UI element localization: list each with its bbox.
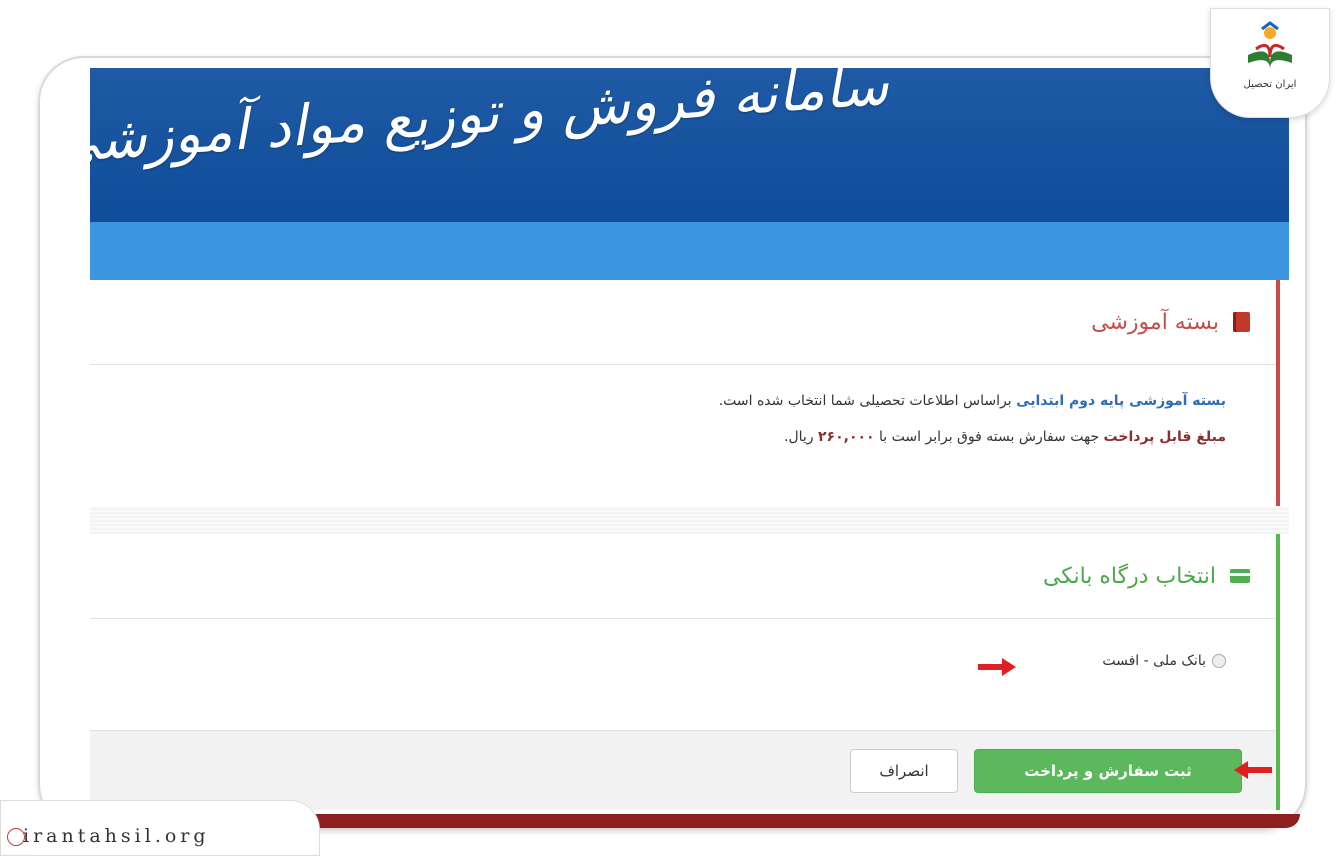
bank-option-radio[interactable] xyxy=(1212,654,1226,668)
package-panel-title: بسته آموزشی xyxy=(1091,309,1219,335)
site-url: irantahsil.org xyxy=(23,825,210,847)
package-panel: بسته آموزشی بسته آموزشی پایه دوم ابتدایی… xyxy=(90,280,1280,506)
payment-amount-line: مبلغ قابل پرداخت جهت سفارش بسته فوق براب… xyxy=(90,429,1226,445)
package-info-line: بسته آموزشی پایه دوم ابتدایی براساس اطلا… xyxy=(90,393,1226,409)
gateway-panel-title: انتخاب درگاه بانکی xyxy=(1042,563,1216,589)
red-arrow-icon xyxy=(978,658,1016,676)
site-logo: ایران تحصیل xyxy=(1210,8,1330,118)
credit-card-icon xyxy=(1230,569,1250,583)
payment-amount-unit: ریال. xyxy=(784,429,818,445)
site-watermark: irantahsil.org xyxy=(0,800,320,856)
frame-bottom-bar xyxy=(300,814,1300,828)
panel-separator xyxy=(90,506,1289,534)
red-arrow-icon xyxy=(1234,761,1272,779)
gateway-panel: انتخاب درگاه بانکی بانک ملی - افست ثبت س… xyxy=(90,534,1280,810)
header-banner: سامانه فروش و توزیع مواد آموزشی xyxy=(90,68,1289,222)
submit-order-button[interactable]: ثبت سفارش و پرداخت xyxy=(974,749,1242,793)
gateway-panel-header: انتخاب درگاه بانکی xyxy=(90,534,1276,619)
logo-text: ایران تحصیل xyxy=(1243,79,1297,90)
book-logo-icon xyxy=(1248,21,1292,69)
package-name: بسته آموزشی پایه دوم ابتدایی xyxy=(1016,393,1226,409)
package-panel-body: بسته آموزشی پایه دوم ابتدایی براساس اطلا… xyxy=(90,365,1276,445)
header-strip xyxy=(90,222,1289,280)
banner-title: سامانه فروش و توزیع مواد آموزشی xyxy=(90,68,891,177)
cancel-button[interactable]: انصراف xyxy=(850,749,958,793)
page-screenshot: سامانه فروش و توزیع مواد آموزشی بسته آمو… xyxy=(90,68,1289,810)
package-info-text: براساس اطلاعات تحصیلی شما انتخاب شده است… xyxy=(718,393,1017,409)
package-panel-header: بسته آموزشی xyxy=(90,280,1276,365)
bank-option-label[interactable]: بانک ملی - افست xyxy=(1102,653,1206,669)
bank-option[interactable]: بانک ملی - افست xyxy=(90,619,1276,669)
book-icon xyxy=(1233,312,1250,332)
payment-amount-label: مبلغ قابل پرداخت xyxy=(1103,429,1226,445)
payment-amount-text: جهت سفارش بسته فوق برابر است با xyxy=(874,429,1104,445)
form-footer: ثبت سفارش و پرداخت انصراف xyxy=(90,730,1276,810)
payment-amount-value: ۲۶۰,۰۰۰ xyxy=(818,429,875,445)
